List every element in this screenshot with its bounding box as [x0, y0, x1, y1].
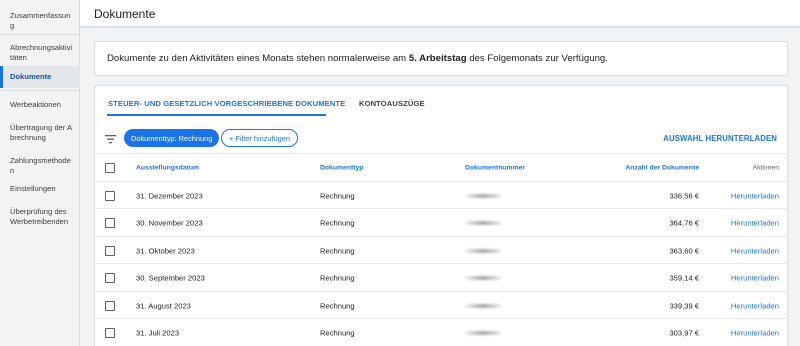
sidebar-divider: [0, 90, 80, 91]
row-date: 31. Oktober 2023: [136, 246, 195, 255]
column-header-amount[interactable]: Anzahl der Dokumente: [625, 164, 699, 171]
redacted-document-number: [465, 330, 501, 335]
row-amount: 303,97 €: [669, 328, 699, 337]
table-row: 31. August 2023 Rechnung 339,39 € Herunt…: [95, 291, 789, 319]
column-header-number[interactable]: Dokumentnummer: [465, 164, 525, 171]
tab-kontoauszuege[interactable]: KONTOAUSZÜGE: [359, 99, 425, 108]
sidebar-item-label: Zahlungsmethoden: [10, 156, 71, 175]
add-filter-button[interactable]: + Filter hinzufügen: [221, 129, 299, 147]
table-header: Ausstellungsdatum Dokumenttyp Dokumentnu…: [95, 153, 789, 181]
redacted-document-number: [465, 248, 501, 253]
sidebar-item-dokumente[interactable]: Dokumente: [0, 66, 80, 88]
row-amount: 364,76 €: [669, 218, 699, 227]
row-checkbox[interactable]: [105, 327, 115, 338]
tab-steuer-dokumente[interactable]: STEUER- UND GESETZLICH VORGESCHRIEBENE D…: [108, 99, 345, 108]
sidebar-item-abrechnungsaktivitaeten[interactable]: Abrechnungsaktivitäten: [0, 43, 80, 62]
top-bar: Dokumente: [80, 0, 800, 27]
row-type: Rechnung: [320, 191, 355, 200]
filter-chip-dokumenttyp[interactable]: Dokumenttyp: Rechnung: [124, 129, 220, 147]
download-selection-button[interactable]: AUSWAHL HERUNTERLADEN: [663, 134, 777, 143]
sidebar-item-label: Übertragung der Abrechnung: [10, 123, 73, 142]
sidebar: Zusammenfassung Abrechnungsaktivitäten D…: [0, 0, 80, 346]
redacted-document-number: [465, 193, 501, 198]
column-header-type[interactable]: Dokumenttyp: [320, 164, 363, 171]
sidebar-item-zahlungsmethoden[interactable]: Zahlungsmethoden: [0, 156, 80, 175]
row-checkbox[interactable]: [105, 190, 115, 201]
redacted-document-number: [465, 303, 501, 308]
row-date: 31. Juli 2023: [136, 328, 180, 337]
table-row: 30. September 2023 Rechnung 359,14 € Her…: [95, 263, 789, 291]
download-link[interactable]: Herunterladen: [731, 328, 779, 337]
row-checkbox[interactable]: [105, 272, 115, 283]
row-type: Rechnung: [320, 273, 355, 282]
download-link[interactable]: Herunterladen: [731, 218, 779, 227]
row-amount: 339,39 €: [669, 301, 699, 310]
table-row: 31. Oktober 2023 Rechnung 363,60 € Herun…: [95, 236, 789, 264]
notice-text: Dokumente zu den Aktivitäten eines Monat…: [107, 53, 608, 64]
notice-text-after: des Folgemonats zur Verfügung.: [466, 53, 608, 64]
info-notice: Dokumente zu den Aktivitäten eines Monat…: [94, 41, 788, 76]
sidebar-item-werbeaktionen[interactable]: Werbeaktionen: [0, 100, 80, 110]
row-amount: 363,60 €: [669, 246, 699, 255]
redacted-document-number: [465, 220, 501, 225]
column-header-date[interactable]: Ausstellungsdatum: [136, 164, 199, 171]
column-header-actions: Aktionen: [752, 164, 779, 171]
row-type: Rechnung: [320, 218, 355, 227]
row-type: Rechnung: [320, 328, 355, 337]
row-date: 30. November 2023: [136, 218, 203, 227]
sidebar-divider: [0, 34, 80, 35]
row-type: Rechnung: [320, 301, 355, 310]
page-title: Dokumente: [94, 7, 156, 21]
documents-card: STEUER- UND GESETZLICH VORGESCHRIEBENE D…: [94, 85, 789, 346]
redacted-document-number: [465, 275, 501, 280]
active-tab-indicator: [107, 114, 326, 116]
row-type: Rechnung: [320, 246, 355, 255]
filter-icon[interactable]: [105, 134, 116, 144]
table-row: 30. November 2023 Rechnung 364,76 € Heru…: [95, 208, 789, 236]
notice-bold: 5. Arbeitstag: [408, 53, 467, 64]
sidebar-item-ueberpruefung[interactable]: Überprüfung des Werbetreibenden: [0, 207, 80, 226]
row-date: 31. August 2023: [136, 301, 191, 310]
sidebar-item-label: Einstellungen: [10, 184, 56, 193]
table-row: 31. Juli 2023 Rechnung 303,97 € Herunter…: [95, 318, 789, 346]
table-row: 31. Dezember 2023 Rechnung 336,56 € Heru…: [95, 181, 789, 209]
row-date: 30. September 2023: [136, 273, 205, 282]
row-amount: 336,56 €: [669, 191, 699, 200]
row-date: 31. Dezember 2023: [136, 191, 203, 200]
download-link[interactable]: Herunterladen: [731, 301, 779, 310]
sidebar-item-label: Dokumente: [10, 72, 52, 82]
sidebar-item-label: Überprüfung des Werbetreibenden: [10, 207, 69, 226]
sidebar-item-label: Zusammenfassung: [10, 11, 71, 30]
download-link[interactable]: Herunterladen: [731, 246, 779, 255]
select-all-checkbox[interactable]: [105, 162, 115, 173]
row-amount: 359,14 €: [669, 273, 699, 282]
sidebar-item-uebertragung[interactable]: Übertragung der Abrechnung: [0, 123, 80, 142]
sidebar-item-label: Abrechnungsaktivitäten: [10, 43, 73, 62]
sidebar-item-label: Werbeaktionen: [10, 100, 61, 109]
download-link[interactable]: Herunterladen: [731, 273, 779, 282]
notice-text-before: Dokumente zu den Aktivitäten eines Monat…: [107, 53, 409, 64]
sidebar-item-einstellungen[interactable]: Einstellungen: [0, 184, 80, 194]
row-checkbox[interactable]: [105, 245, 115, 256]
row-checkbox[interactable]: [105, 217, 115, 228]
sidebar-item-zusammenfassung[interactable]: Zusammenfassung: [0, 11, 80, 30]
download-link[interactable]: Herunterladen: [731, 191, 779, 200]
row-checkbox[interactable]: [105, 300, 115, 311]
